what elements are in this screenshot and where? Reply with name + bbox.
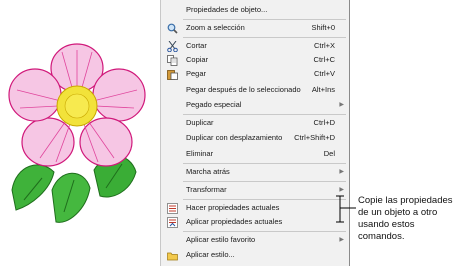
callout-line: comandos. [358,231,405,242]
callout-line: usando estos [358,219,415,230]
callout-annotation: Copie las propiedades de un objeto a otr… [358,195,473,243]
callout-line: Copie las propiedades [358,195,453,206]
callout-line: de un objeto a otro [358,207,438,218]
